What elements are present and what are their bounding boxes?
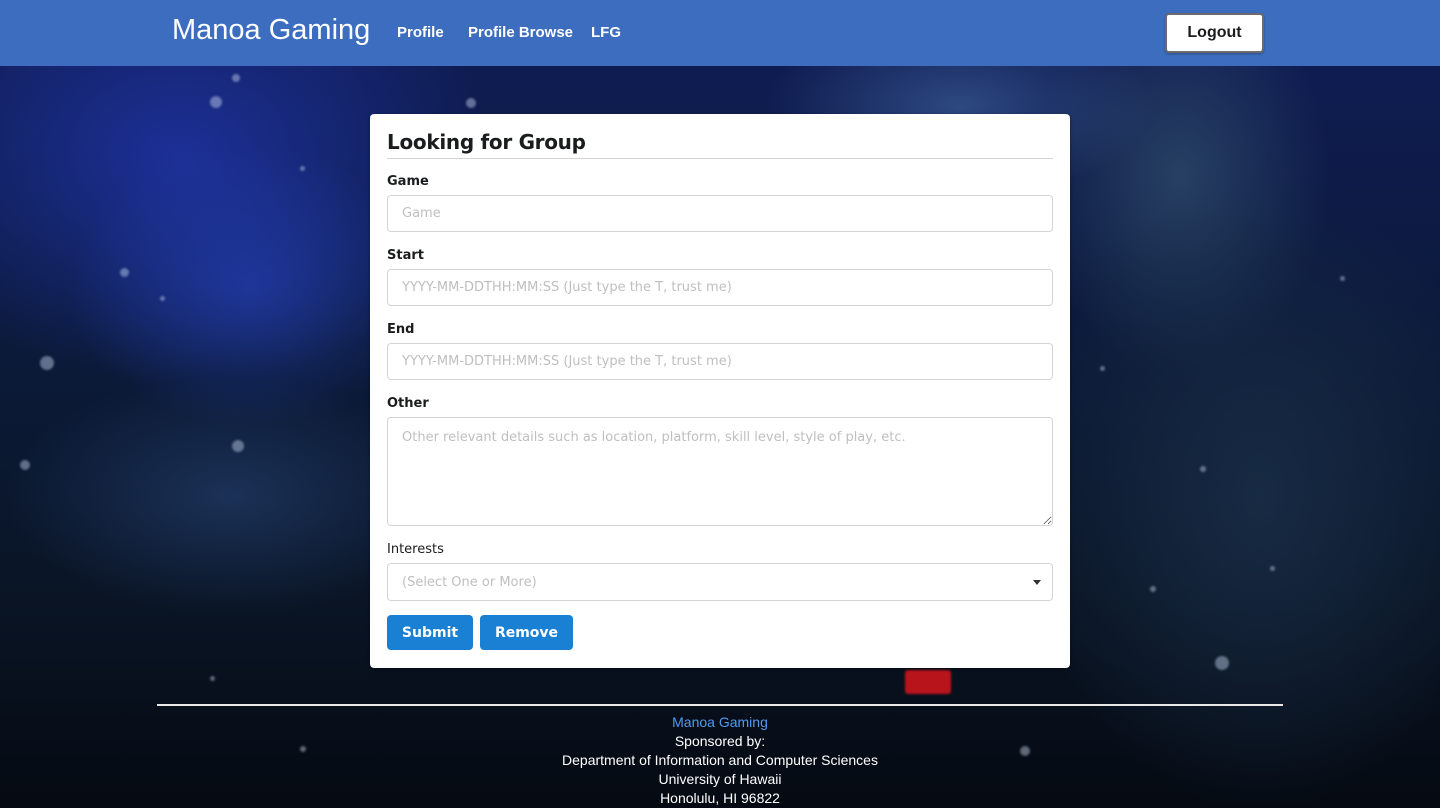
other-textarea[interactable] — [387, 417, 1053, 526]
game-input[interactable] — [387, 195, 1053, 232]
logout-button[interactable]: Logout — [1165, 13, 1264, 53]
end-label: End — [387, 322, 415, 337]
other-label: Other — [387, 396, 429, 411]
footer-sponsor-line: Sponsored by: — [674, 733, 766, 749]
nav-link-profile[interactable]: Profile — [397, 24, 444, 41]
footer-address-line: Honolulu, HI 96822 — [660, 790, 780, 806]
start-input[interactable] — [387, 269, 1053, 306]
footer-divider — [157, 704, 1283, 706]
start-label: Start — [387, 248, 424, 263]
end-input[interactable] — [387, 343, 1053, 380]
footer-brand-link[interactable]: Manoa Gaming — [0, 713, 1440, 732]
footer-department-line: Department of Information and Computer S… — [562, 752, 878, 768]
lfg-form-card: Looking for Group Game Start End Other I… — [370, 114, 1070, 668]
game-label: Game — [387, 174, 429, 189]
brand-logo[interactable]: Manoa Gaming — [172, 14, 370, 47]
form-title: Looking for Group — [387, 130, 1053, 159]
nav-link-profile-browse[interactable]: Profile Browse — [468, 24, 573, 41]
footer-university-line: University of Hawaii — [658, 771, 782, 787]
navbar: Manoa Gaming Profile Profile Browse LFG … — [0, 0, 1440, 66]
dropdown-caret-icon — [1033, 580, 1041, 585]
footer: Manoa Gaming Sponsored by: Department of… — [0, 713, 1440, 808]
interests-label: Interests — [387, 542, 444, 557]
interests-placeholder: (Select One or More) — [402, 575, 537, 590]
nav-link-lfg[interactable]: LFG — [591, 24, 621, 41]
interests-dropdown[interactable]: (Select One or More) — [387, 563, 1053, 601]
submit-button[interactable]: Submit — [387, 615, 473, 650]
remove-button[interactable]: Remove — [480, 615, 573, 650]
